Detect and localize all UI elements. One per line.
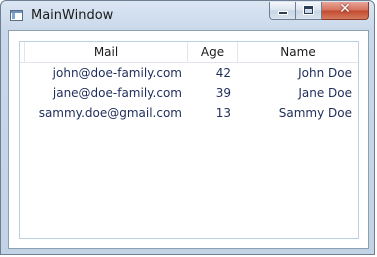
window-title: MainWindow	[31, 8, 114, 23]
app-window-icon[interactable]	[10, 10, 23, 21]
minimize-button[interactable]	[269, 2, 296, 20]
name-cell: John Doe	[298, 66, 352, 80]
close-button[interactable]: ✕	[322, 1, 369, 20]
list-row[interactable]: john@doe-family.com 42 John Doe	[20, 64, 358, 84]
close-icon: ✕	[339, 1, 351, 17]
name-cell: Jane Doe	[298, 86, 352, 100]
mail-cell: john@doe-family.com	[52, 66, 182, 80]
age-cell: 39	[215, 86, 231, 100]
maximize-icon	[304, 6, 313, 14]
age-cell: 13	[215, 106, 231, 120]
maximize-button[interactable]	[296, 2, 322, 20]
column-header-name[interactable]: Name	[238, 42, 358, 62]
list-view[interactable]: Mail Age Name john@doe-family.com 42 Joh…	[19, 41, 359, 239]
list-row[interactable]: jane@doe-family.com 39 Jane Doe	[20, 84, 358, 104]
mail-cell: jane@doe-family.com	[52, 86, 182, 100]
list-rows: john@doe-family.com 42 John Doe jane@doe…	[20, 64, 358, 124]
column-header-age[interactable]: Age	[188, 42, 238, 62]
age-cell: 42	[215, 66, 231, 80]
column-header-row: Mail Age Name	[20, 42, 358, 63]
mail-cell: sammy.doe@gmail.com	[38, 106, 182, 120]
minimize-icon	[279, 12, 287, 14]
client-area: Mail Age Name john@doe-family.com 42 Joh…	[8, 30, 369, 249]
name-cell: Sammy Doe	[278, 106, 352, 120]
column-header-mail[interactable]: Mail	[25, 42, 188, 62]
main-window: MainWindow ✕ Mail Age Name john@doe-fami…	[0, 0, 375, 255]
title-bar[interactable]: MainWindow ✕	[1, 1, 374, 31]
list-row[interactable]: sammy.doe@gmail.com 13 Sammy Doe	[20, 104, 358, 124]
